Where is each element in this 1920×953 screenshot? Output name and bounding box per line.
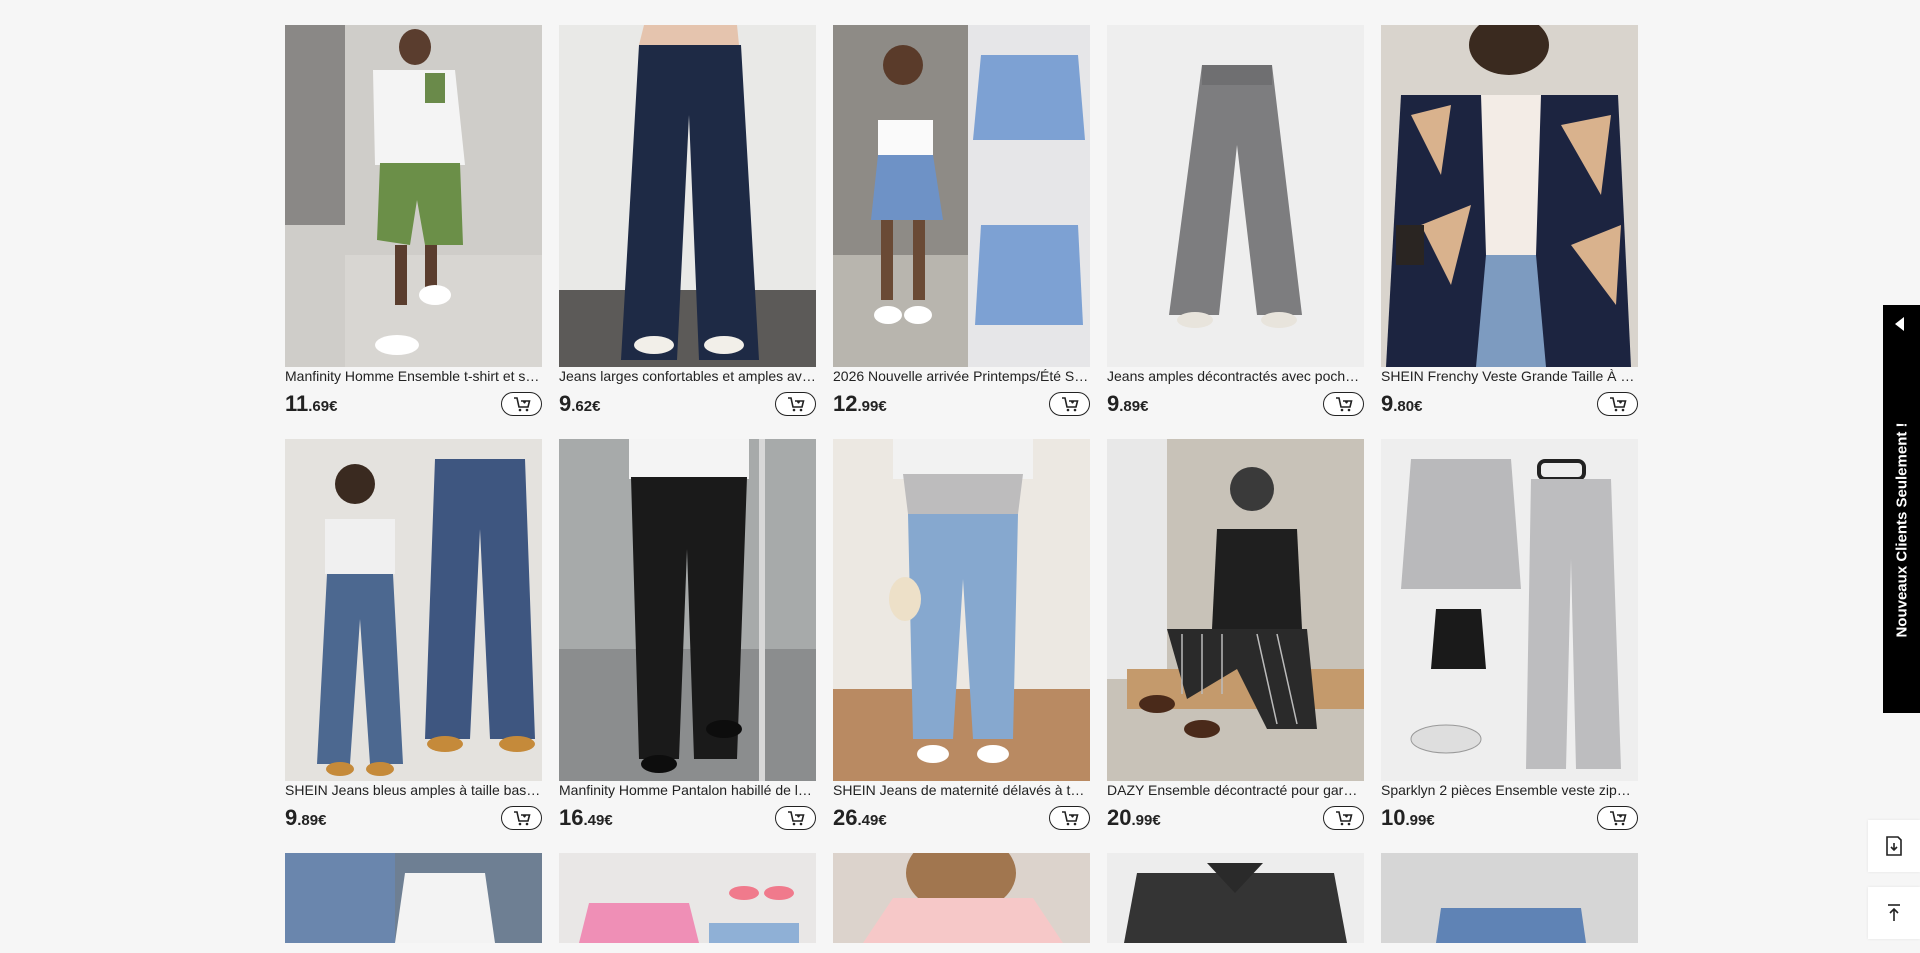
product-image[interactable] [1107,853,1364,943]
product-image[interactable] [285,853,542,943]
add-to-cart-button[interactable] [1049,392,1090,416]
cart-icon [1609,811,1627,826]
product-title[interactable]: SHEIN Jeans de maternité délavés à taill… [833,782,1090,799]
product-row: SHEIN Jeans bleus amples à taille basse … [285,439,1638,830]
product-image[interactable] [1381,25,1638,367]
product-price: 9.62€ [559,391,601,416]
product-card[interactable]: Jeans amples décontractés avec poches po… [1107,25,1364,416]
product-card[interactable] [833,853,1090,943]
product-title[interactable]: Sparklyn 2 pièces Ensemble veste zippée … [1381,782,1638,799]
price-row: 10.99€ [1381,805,1638,830]
add-to-cart-button[interactable] [1323,392,1364,416]
product-title[interactable]: Jeans amples décontractés avec poches po… [1107,368,1364,385]
new-customers-label: Nouveaux Clients Seulement ! [1893,422,1910,638]
product-image[interactable] [559,439,816,781]
product-image[interactable] [1381,853,1638,943]
price-row: 26.49€ [833,805,1090,830]
add-to-cart-button[interactable] [1597,392,1638,416]
product-grid: Manfinity Homme Ensemble t-shirt et shor… [285,25,1638,953]
product-card[interactable]: SHEIN Jeans de maternité délavés à taill… [833,439,1090,830]
product-price: 9.89€ [285,805,327,830]
add-to-cart-button[interactable] [501,806,542,830]
back-to-top-icon [1888,904,1900,921]
product-card[interactable]: Manfinity Homme Ensemble t-shirt et shor… [285,25,542,416]
price-row: 9.62€ [559,391,816,416]
product-card[interactable]: SHEIN Frenchy Veste Grande Taille À Col … [1381,25,1638,416]
add-to-cart-button[interactable] [501,392,542,416]
cart-icon [513,811,531,826]
save-page-button[interactable] [1868,820,1920,872]
product-title[interactable]: Manfinity Homme Ensemble t-shirt et shor… [285,368,542,385]
new-customers-tab[interactable]: Nouveaux Clients Seulement ! [1883,305,1920,713]
cart-icon [1061,397,1079,412]
product-price: 10.99€ [1381,805,1435,830]
back-to-top-button[interactable] [1868,887,1920,939]
add-to-cart-button[interactable] [1323,806,1364,830]
product-image[interactable] [559,853,816,943]
product-title[interactable]: SHEIN Jeans bleus amples à taille basse … [285,782,542,799]
cart-icon [513,397,531,412]
add-to-cart-button[interactable] [775,392,816,416]
product-image[interactable] [559,25,816,367]
product-image[interactable] [833,25,1090,367]
add-to-cart-button[interactable] [775,806,816,830]
product-title[interactable]: Manfinity Homme Pantalon habillé de lois… [559,782,816,799]
collapse-arrow-icon[interactable] [1895,317,1904,331]
product-title[interactable]: Jeans larges confortables et amples avec… [559,368,816,385]
product-price: 26.49€ [833,805,887,830]
cart-icon [1335,397,1353,412]
price-row: 11.69€ [285,391,542,416]
product-row [285,853,1638,943]
product-card[interactable] [285,853,542,943]
cart-icon [1609,397,1627,412]
product-card[interactable] [1107,853,1364,943]
price-row: 9.89€ [1107,391,1364,416]
save-page-icon [1886,836,1902,856]
product-card[interactable]: Jeans larges confortables et amples avec… [559,25,816,416]
add-to-cart-button[interactable] [1597,806,1638,830]
product-price: 11.69€ [285,391,338,416]
product-title[interactable]: SHEIN Frenchy Veste Grande Taille À Col … [1381,368,1638,385]
product-card[interactable]: Manfinity Homme Pantalon habillé de lois… [559,439,816,830]
price-row: 9.80€ [1381,391,1638,416]
cart-icon [1061,811,1079,826]
product-price: 20.99€ [1107,805,1161,830]
product-image[interactable] [1381,439,1638,781]
price-row: 12.99€ [833,391,1090,416]
price-row: 20.99€ [1107,805,1364,830]
product-price: 12.99€ [833,391,887,416]
product-image[interactable] [833,439,1090,781]
product-card[interactable]: DAZY Ensemble décontracté pour garçon ch… [1107,439,1364,830]
product-price: 16.49€ [559,805,613,830]
cart-icon [787,811,805,826]
price-row: 16.49€ [559,805,816,830]
product-title[interactable]: DAZY Ensemble décontracté pour garçon ch… [1107,782,1364,799]
product-card[interactable]: Sparklyn 2 pièces Ensemble veste zippée … [1381,439,1638,830]
product-image[interactable] [833,853,1090,943]
product-card[interactable]: 2026 Nouvelle arrivée Printemps/Été Shor… [833,25,1090,416]
product-image[interactable] [285,25,542,367]
cart-icon [787,397,805,412]
product-price: 9.80€ [1381,391,1423,416]
product-image[interactable] [1107,25,1364,367]
product-image[interactable] [285,439,542,781]
product-price: 9.89€ [1107,391,1149,416]
product-card[interactable] [559,853,816,943]
product-image[interactable] [1107,439,1364,781]
product-title[interactable]: 2026 Nouvelle arrivée Printemps/Été Shor… [833,368,1090,385]
price-row: 9.89€ [285,805,542,830]
product-row: Manfinity Homme Ensemble t-shirt et shor… [285,25,1638,416]
product-card[interactable]: SHEIN Jeans bleus amples à taille basse … [285,439,542,830]
product-card[interactable] [1381,853,1638,943]
cart-icon [1335,811,1353,826]
add-to-cart-button[interactable] [1049,806,1090,830]
